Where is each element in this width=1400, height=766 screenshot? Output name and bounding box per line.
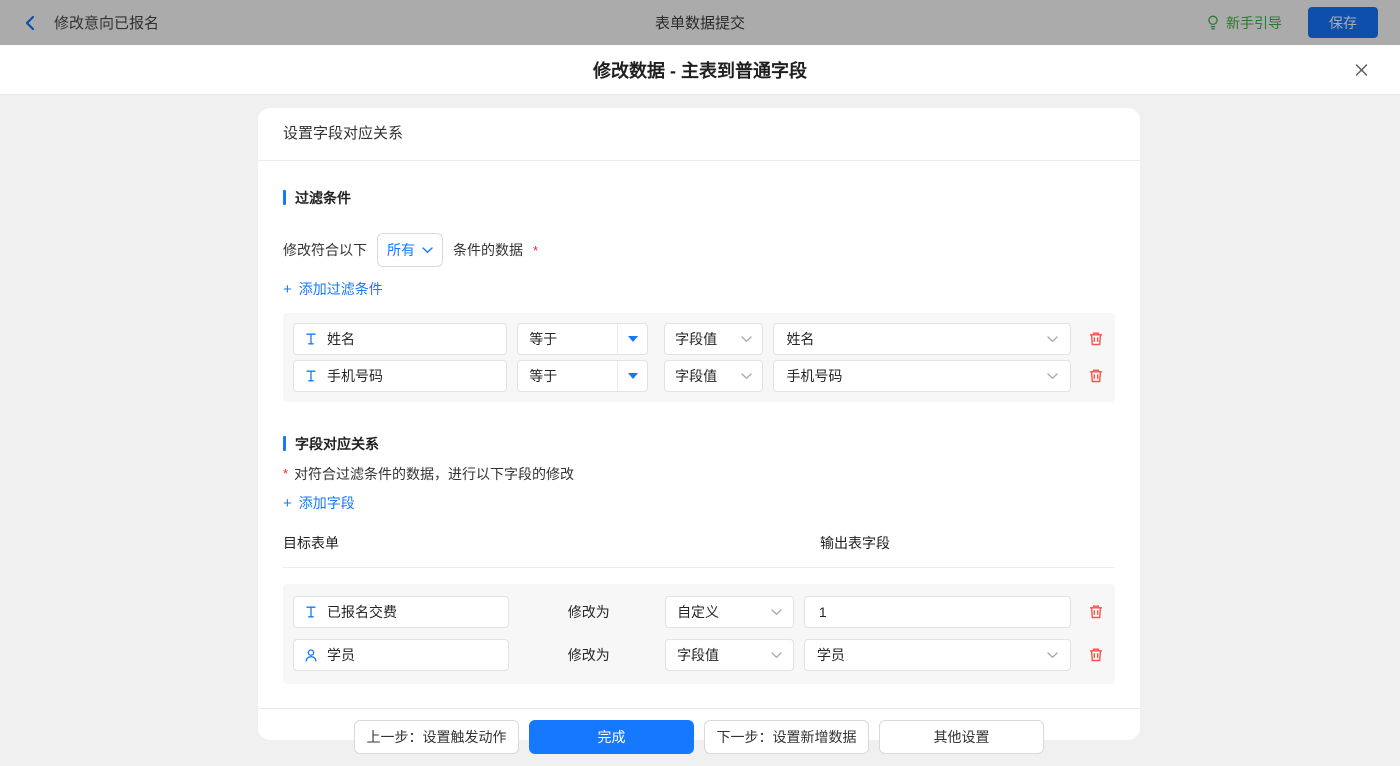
target-field-value: 学员 — [327, 645, 355, 665]
next-step-button[interactable]: 下一步：设置新增数据 — [704, 720, 869, 754]
plus-icon: + — [283, 495, 292, 512]
trash-icon[interactable] — [1087, 646, 1105, 664]
target-field-value: 已报名交费 — [327, 602, 397, 622]
filter-field-input[interactable]: 手机号码 — [293, 360, 507, 392]
mapping-description: * 对符合过滤条件的数据，进行以下字段的修改 — [283, 465, 1115, 482]
plus-icon: + — [283, 281, 292, 298]
value-type-select[interactable]: 字段值 — [664, 360, 763, 392]
add-field-link[interactable]: + 添加字段 — [283, 493, 355, 513]
chevron-down-icon — [741, 373, 752, 380]
mapping-section-title: 字段对应关系 — [283, 435, 1115, 452]
value-type-value: 字段值 — [675, 366, 717, 386]
text-field-icon — [304, 605, 318, 619]
modify-to-label: 修改为 — [568, 645, 623, 665]
modal-header: 修改数据 - 主表到普通字段 — [0, 45, 1400, 95]
close-icon[interactable] — [1349, 57, 1374, 82]
filter-row: 手机号码 等于 字段值 手机号码 — [293, 360, 1105, 392]
modify-mode-value: 自定义 — [677, 602, 719, 622]
mapping-row: 学员 修改为 字段值 学员 — [293, 639, 1105, 671]
operator-select[interactable]: 等于 — [517, 323, 648, 355]
match-mode-value: 所有 — [387, 240, 415, 260]
mapping-section-label: 字段对应关系 — [295, 434, 379, 454]
compare-value-select[interactable]: 手机号码 — [773, 360, 1071, 392]
compare-value-select[interactable]: 姓名 — [773, 323, 1071, 355]
trash-icon[interactable] — [1087, 603, 1105, 621]
mapping-table-header: 目标表单 输出表字段 — [283, 519, 1115, 568]
output-field-select[interactable]: 学员 — [804, 639, 1071, 671]
prev-step-button[interactable]: 上一步：设置触发动作 — [354, 720, 519, 754]
operator-value: 等于 — [518, 329, 617, 349]
triangle-down-icon[interactable] — [617, 361, 647, 391]
target-field-input[interactable]: 学员 — [293, 639, 509, 671]
compare-value: 手机号码 — [786, 366, 842, 386]
filter-section-label: 过滤条件 — [295, 188, 351, 208]
section-accent-bar — [283, 436, 286, 451]
compare-value: 姓名 — [786, 329, 814, 349]
match-suffix-label: 条件的数据 — [453, 240, 523, 260]
section-accent-bar — [283, 190, 286, 205]
text-field-icon — [304, 332, 318, 346]
other-settings-button[interactable]: 其他设置 — [879, 720, 1044, 754]
modify-mode-select[interactable]: 自定义 — [665, 596, 794, 628]
operator-value: 等于 — [518, 366, 617, 386]
text-field-icon — [304, 369, 318, 383]
add-filter-condition-link[interactable]: + 添加过滤条件 — [283, 279, 383, 299]
chevron-down-icon — [741, 336, 752, 343]
operator-select[interactable]: 等于 — [517, 360, 648, 392]
filter-conditions-group: 姓名 等于 字段值 姓名 — [283, 313, 1115, 402]
chevron-down-icon — [771, 609, 782, 616]
modify-mode-select[interactable]: 字段值 — [665, 639, 794, 671]
footer-actions: 上一步：设置触发动作 完成 下一步：设置新增数据 其他设置 — [283, 709, 1115, 766]
card-header: 设置字段对应关系 — [258, 108, 1140, 161]
value-type-select[interactable]: 字段值 — [664, 323, 763, 355]
mapping-description-text: 对符合过滤条件的数据，进行以下字段的修改 — [294, 464, 574, 484]
column-target-form: 目标表单 — [283, 533, 339, 553]
add-filter-label: 添加过滤条件 — [299, 279, 383, 299]
add-field-label: 添加字段 — [299, 493, 355, 513]
modify-mode-value: 字段值 — [677, 645, 719, 665]
required-mark: * — [533, 243, 538, 258]
chevron-down-icon — [1047, 652, 1058, 659]
match-prefix-label: 修改符合以下 — [283, 240, 367, 260]
value-type-value: 字段值 — [675, 329, 717, 349]
required-mark: * — [283, 466, 288, 481]
triangle-down-icon[interactable] — [617, 324, 647, 354]
match-mode-select[interactable]: 所有 — [377, 233, 443, 267]
chevron-down-icon — [1047, 373, 1058, 380]
modify-to-label: 修改为 — [568, 602, 623, 622]
filter-section-title: 过滤条件 — [283, 189, 1115, 206]
column-output-field: 输出表字段 — [820, 533, 890, 553]
custom-value-field[interactable] — [804, 596, 1071, 628]
chevron-down-icon — [771, 652, 782, 659]
trash-icon[interactable] — [1087, 367, 1105, 385]
chevron-down-icon — [1047, 336, 1058, 343]
filter-row: 姓名 等于 字段值 姓名 — [293, 323, 1105, 355]
mapping-row: 已报名交费 修改为 自定义 — [293, 596, 1105, 628]
trash-icon[interactable] — [1087, 330, 1105, 348]
target-field-input[interactable]: 已报名交费 — [293, 596, 509, 628]
modal-body: 设置字段对应关系 过滤条件 修改符合以下 所有 条件的数据 * — [0, 95, 1400, 754]
topbar: 修改意向已报名 表单数据提交 新手引导 保存 — [0, 0, 1400, 45]
settings-card: 设置字段对应关系 过滤条件 修改符合以下 所有 条件的数据 * — [258, 108, 1140, 740]
custom-value-input[interactable] — [817, 603, 1058, 621]
filter-field-input[interactable]: 姓名 — [293, 323, 507, 355]
mapping-rows-group: 已报名交费 修改为 自定义 — [283, 584, 1115, 684]
modal-title: 修改数据 - 主表到普通字段 — [593, 57, 807, 83]
done-button[interactable]: 完成 — [529, 720, 694, 754]
filter-field-value: 姓名 — [327, 329, 355, 349]
topbar-dim-overlay — [0, 0, 1400, 45]
chevron-down-icon — [422, 247, 433, 254]
filter-field-value: 手机号码 — [327, 366, 383, 386]
output-field-value: 学员 — [817, 645, 845, 665]
person-icon — [304, 648, 318, 663]
